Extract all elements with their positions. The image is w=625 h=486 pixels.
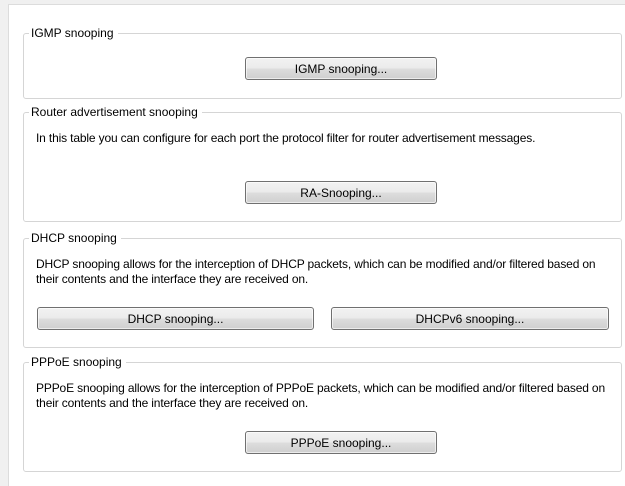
igmp-snooping-button[interactable]: IGMP snooping... [245, 57, 437, 80]
dhcpv6-snooping-button[interactable]: DHCPv6 snooping... [331, 307, 609, 330]
router-advertisement-snooping-group: Router advertisement snooping In this ta… [23, 105, 622, 222]
settings-panel: IGMP snooping IGMP snooping... Router ad… [8, 4, 625, 486]
router-advertisement-snooping-group-title: Router advertisement snooping [29, 105, 202, 119]
pppoe-snooping-group-title: PPPoE snooping [29, 355, 126, 369]
dhcp-snooping-group: DHCP snooping DHCP snooping allows for t… [23, 231, 622, 348]
pppoe-snooping-group: PPPoE snooping PPPoE snooping allows for… [23, 355, 622, 472]
igmp-snooping-group: IGMP snooping IGMP snooping... [23, 26, 622, 99]
ra-snooping-button[interactable]: RA-Snooping... [245, 181, 437, 204]
igmp-snooping-group-title: IGMP snooping [29, 26, 118, 40]
pppoe-snooping-description: PPPoE snooping allows for the intercepti… [36, 381, 605, 410]
dhcp-snooping-description: DHCP snooping allows for the interceptio… [36, 257, 596, 286]
pppoe-snooping-button[interactable]: PPPoE snooping... [245, 431, 437, 454]
router-advertisement-description: In this table you can configure for each… [36, 131, 536, 145]
dhcp-snooping-button[interactable]: DHCP snooping... [37, 307, 314, 330]
dhcp-snooping-group-title: DHCP snooping [29, 231, 121, 245]
